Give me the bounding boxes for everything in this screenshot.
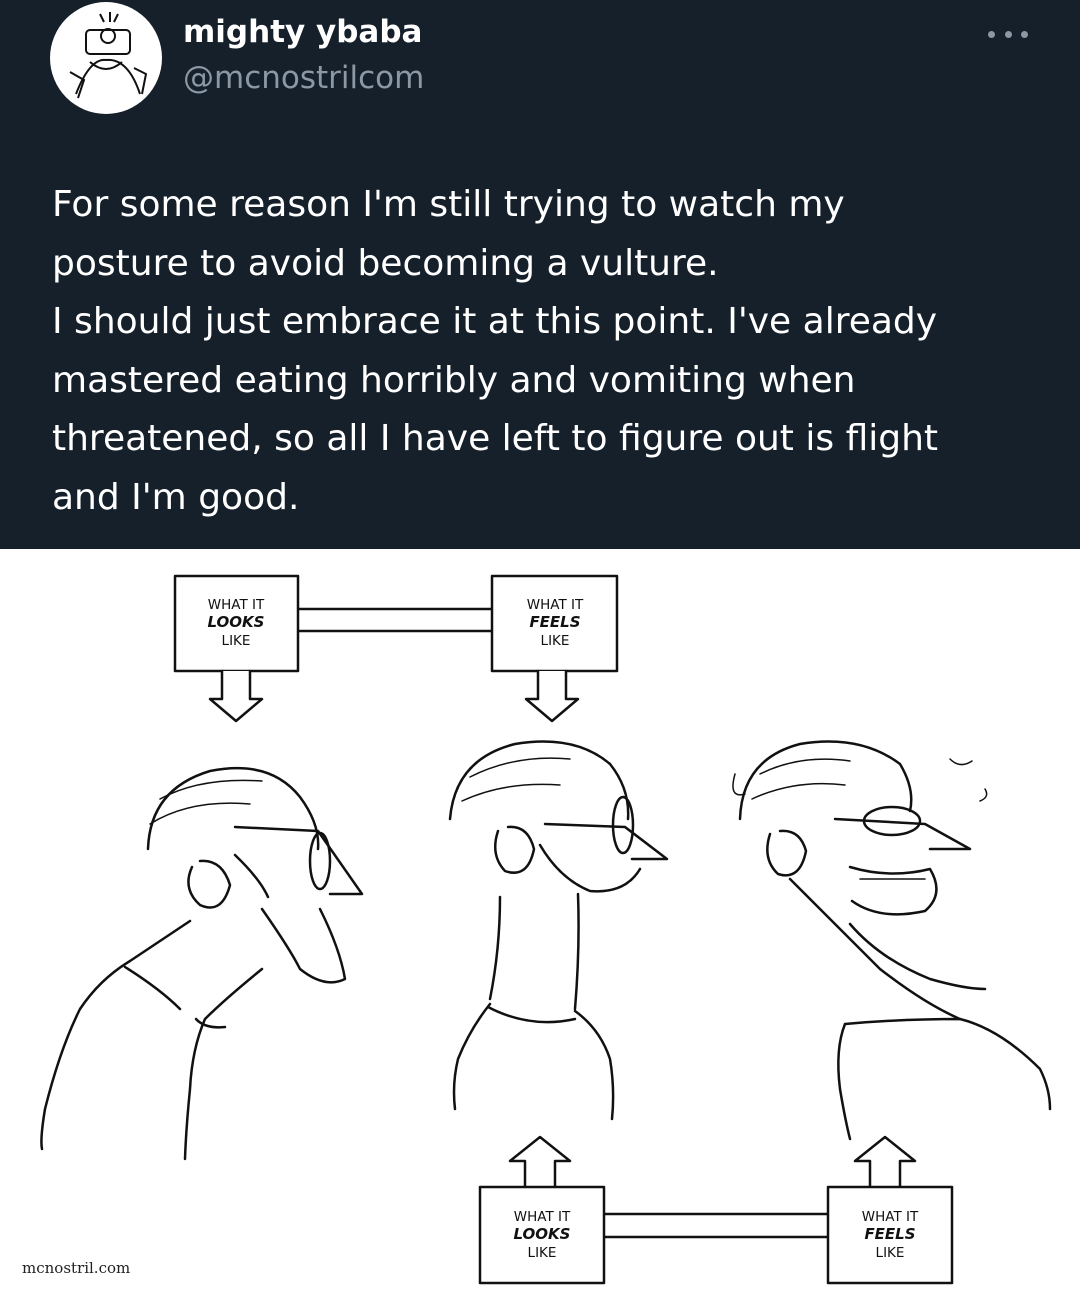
label-line: FEELS bbox=[864, 1225, 915, 1243]
avatar[interactable] bbox=[50, 2, 162, 114]
connector-bottom bbox=[602, 1212, 830, 1239]
tweet-text-line: For some reason I'm still trying to watc… bbox=[52, 184, 845, 225]
figure-vulture bbox=[732, 740, 1052, 1141]
display-name[interactable]: mighty ybaba bbox=[183, 14, 422, 50]
label-line: WHAT IT bbox=[527, 597, 584, 613]
label-line: LOOKS bbox=[514, 1225, 571, 1243]
arrow-down-icon bbox=[208, 669, 264, 723]
comic-image[interactable]: WHAT IT LOOKS LIKE WHAT IT FEELS LIKE WH… bbox=[0, 549, 1080, 1303]
tweet-text: For some reason I'm still trying to watc… bbox=[52, 176, 1052, 527]
more-horizontal-icon[interactable] bbox=[988, 26, 1028, 42]
arrow-down-icon bbox=[524, 669, 580, 723]
comic-drawing: WHAT IT LOOKS LIKE WHAT IT FEELS LIKE WH… bbox=[40, 574, 1052, 1285]
user-handle[interactable]: @mcnostrilcom bbox=[183, 60, 424, 96]
label-line: LIKE bbox=[541, 633, 570, 649]
label-line: FEELS bbox=[529, 613, 580, 631]
connector-top bbox=[296, 607, 494, 633]
avatar-drawing bbox=[51, 3, 161, 113]
label-line: LOOKS bbox=[208, 613, 265, 631]
tweet-card: mighty ybaba @mcnostrilcom For some reas… bbox=[0, 0, 1080, 549]
tweet-text-line: threatened, so all I have left to figure… bbox=[52, 418, 939, 459]
tweet-text-line: posture to avoid becoming a vulture. bbox=[52, 242, 719, 284]
label-line: LIKE bbox=[528, 1245, 557, 1261]
figure-feels-like bbox=[448, 740, 669, 1121]
tweet-text-line: and I'm good. bbox=[52, 476, 300, 518]
label-line: WHAT IT bbox=[208, 597, 265, 613]
label-line: LIKE bbox=[876, 1245, 905, 1261]
watermark: mcnostril.com bbox=[22, 1259, 131, 1277]
figure-looks-like bbox=[40, 766, 364, 1161]
arrow-up-icon bbox=[853, 1135, 917, 1189]
label-line: WHAT IT bbox=[862, 1209, 919, 1225]
tweet-text-line: mastered eating horribly and vomiting wh… bbox=[52, 359, 856, 401]
arrow-up-icon bbox=[508, 1135, 572, 1189]
label-line: WHAT IT bbox=[514, 1209, 571, 1225]
label-line: LIKE bbox=[222, 633, 251, 649]
tweet-text-line: I should just embrace it at this point. … bbox=[52, 301, 938, 342]
